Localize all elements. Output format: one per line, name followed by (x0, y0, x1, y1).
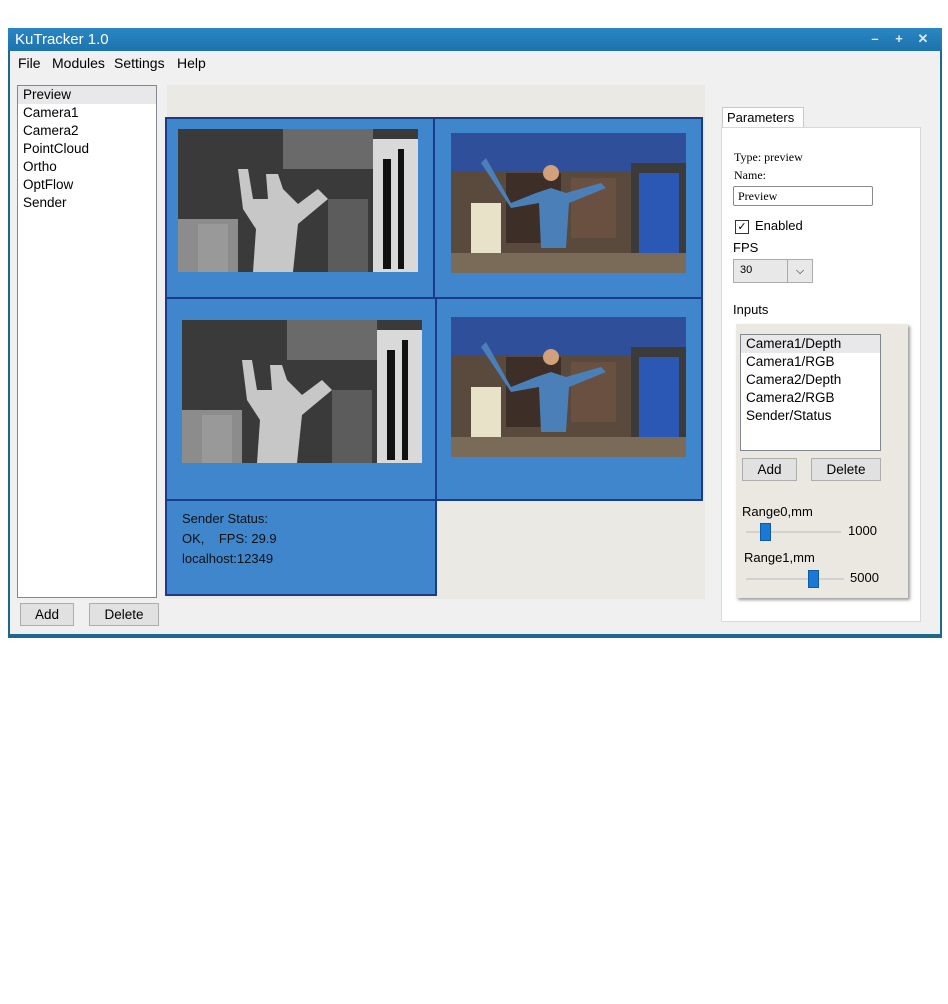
delete-module-button[interactable]: Delete (89, 603, 159, 626)
fps-label: FPS (733, 240, 759, 255)
menu-file[interactable]: File (18, 55, 41, 71)
sender-status-fps: OK, FPS: 29.9 (182, 531, 277, 546)
input-item-camera2-rgb[interactable]: Camera2/RGB (741, 389, 880, 407)
list-item-ortho[interactable]: Ortho (18, 158, 156, 176)
parameters-panel: Type: preview Name: ✓ Enabled FPS 30 ⌵ I… (721, 127, 921, 622)
preview-panel-rgb-1[interactable] (433, 117, 703, 299)
add-input-button[interactable]: Add (742, 458, 797, 481)
preview-area: Sender Status: OK, FPS: 29.9 localhost:1… (165, 85, 705, 599)
rgb-image-2 (451, 317, 686, 457)
menu-settings[interactable]: Settings (114, 55, 165, 71)
window-title: KuTracker 1.0 (15, 31, 109, 48)
preview-panel-rgb-2[interactable] (435, 297, 703, 501)
list-item-pointcloud[interactable]: PointCloud (18, 140, 156, 158)
minimize-icon[interactable]: – (866, 31, 884, 47)
fps-select[interactable]: 30 ⌵ (733, 259, 813, 283)
depth-image-1 (178, 129, 418, 272)
range0-slider-thumb[interactable] (760, 523, 771, 541)
client-area: File Modules Settings Help Preview Camer… (10, 51, 940, 634)
modules-list[interactable]: Preview Camera1 Camera2 PointCloud Ortho… (17, 85, 157, 598)
maximize-icon[interactable]: + (890, 31, 908, 47)
list-item-camera1[interactable]: Camera1 (18, 104, 156, 122)
preview-panel-depth-2[interactable] (165, 297, 437, 501)
close-icon[interactable]: ✕ (914, 31, 932, 47)
sender-status-panel: Sender Status: OK, FPS: 29.9 localhost:1… (165, 499, 437, 596)
chevron-down-icon[interactable]: ⌵ (787, 260, 812, 282)
range0-label: Range0,mm (742, 504, 813, 519)
fps-select-value: 30 (740, 264, 753, 276)
preview-panel-depth-1[interactable] (165, 117, 435, 299)
input-item-camera1-depth[interactable]: Camera1/Depth (741, 335, 880, 353)
range0-value: 1000 (848, 523, 877, 538)
enabled-checkbox[interactable]: ✓ (735, 220, 749, 234)
depth-image-2 (182, 320, 422, 463)
sender-status-title: Sender Status: (182, 511, 268, 526)
input-item-camera2-depth[interactable]: Camera2/Depth (741, 371, 880, 389)
title-bar[interactable]: KuTracker 1.0 – + ✕ (8, 28, 942, 51)
sender-status-host: localhost:12349 (182, 551, 274, 566)
input-item-sender-status[interactable]: Sender/Status (741, 407, 880, 425)
input-item-camera1-rgb[interactable]: Camera1/RGB (741, 353, 880, 371)
menu-help[interactable]: Help (177, 55, 206, 71)
add-module-button[interactable]: Add (20, 603, 74, 626)
range1-value: 5000 (850, 570, 879, 585)
type-text: Type: preview (734, 150, 803, 164)
inputs-list[interactable]: Camera1/Depth Camera1/RGB Camera2/Depth … (740, 334, 881, 451)
menu-bar: File Modules Settings Help (10, 51, 940, 73)
inputs-label: Inputs (733, 302, 769, 317)
list-item-sender[interactable]: Sender (18, 194, 156, 212)
menu-modules[interactable]: Modules (52, 55, 105, 71)
tab-parameters[interactable]: Parameters (722, 107, 804, 128)
range1-slider-thumb[interactable] (808, 570, 819, 588)
delete-input-button[interactable]: Delete (811, 458, 881, 481)
list-item-preview[interactable]: Preview (18, 86, 156, 104)
range1-slider-track[interactable] (746, 578, 844, 580)
rgb-image-1 (451, 133, 686, 273)
range1-label: Range1,mm (744, 550, 815, 565)
enabled-label: Enabled (755, 218, 803, 233)
name-label: Name: (734, 168, 766, 182)
list-item-camera2[interactable]: Camera2 (18, 122, 156, 140)
name-input[interactable] (733, 186, 873, 206)
list-item-optflow[interactable]: OptFlow (18, 176, 156, 194)
inputs-group: Camera1/Depth Camera1/RGB Camera2/Depth … (736, 324, 908, 598)
app-window: KuTracker 1.0 – + ✕ File Modules Setting… (8, 28, 942, 638)
